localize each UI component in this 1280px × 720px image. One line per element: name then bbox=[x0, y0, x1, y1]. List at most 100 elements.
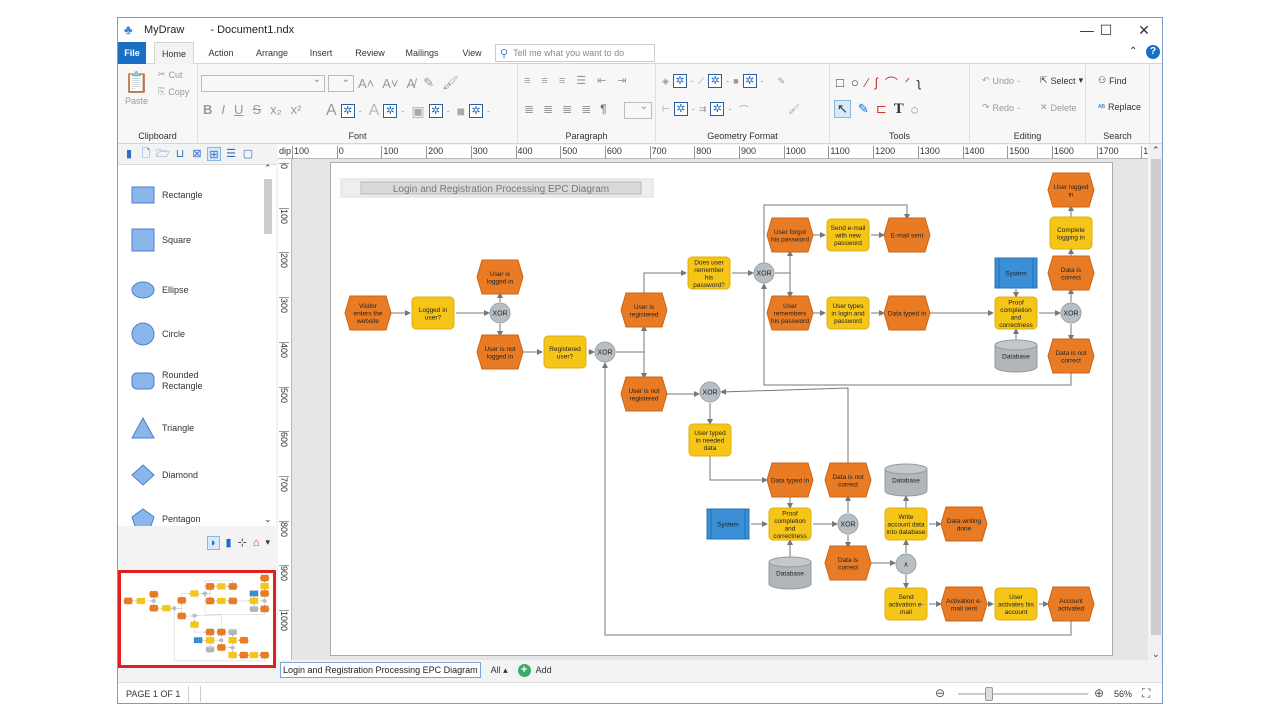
epc-event-node[interactable] bbox=[239, 651, 249, 659]
pointer-tool-icon[interactable]: ↖ bbox=[834, 100, 851, 118]
line-tool-icon[interactable]: ⁄ bbox=[866, 75, 868, 90]
epc-system-node[interactable]: System bbox=[994, 257, 1038, 289]
epc-event-node[interactable]: Accountactivated bbox=[1047, 586, 1095, 622]
home-icon[interactable]: ⌂ bbox=[253, 537, 260, 549]
epc-function-node[interactable]: User typedin neededdata bbox=[688, 423, 732, 457]
pencil-tool-icon[interactable]: ✎ bbox=[858, 101, 869, 117]
epc-connector-node[interactable]: XOR bbox=[753, 262, 775, 284]
epc-function-node[interactable] bbox=[136, 597, 145, 605]
page-tab[interactable]: Login and Registration Processing EPC Di… bbox=[280, 662, 481, 678]
zoom-slider[interactable] bbox=[958, 687, 1088, 701]
epc-function-node[interactable]: Send e-mailwith newpassword bbox=[826, 218, 870, 252]
epc-system-node[interactable] bbox=[249, 590, 259, 597]
epc-event-node[interactable] bbox=[260, 605, 270, 613]
geometry-painter-icon[interactable]: 🖌 bbox=[788, 104, 799, 115]
epc-event-node[interactable] bbox=[149, 590, 159, 598]
shape-item-ellipse[interactable]: Ellipse bbox=[130, 279, 189, 301]
epc-function-node[interactable]: Writeaccount datainto database bbox=[884, 507, 928, 541]
epc-event-node[interactable]: Data typed in bbox=[766, 462, 814, 498]
new-library-icon[interactable]: 🗋 bbox=[139, 147, 153, 161]
epc-event-node[interactable] bbox=[216, 628, 226, 636]
grow-font-icon[interactable]: A˄ bbox=[358, 76, 374, 91]
epc-function-node[interactable]: Does userrememberhispassword? bbox=[687, 256, 731, 290]
epc-event-node[interactable] bbox=[177, 612, 187, 620]
epc-function-node[interactable] bbox=[190, 621, 199, 628]
epc-connector-node[interactable]: XOR bbox=[699, 381, 721, 403]
shape-item-diamond[interactable]: Diamond bbox=[130, 464, 198, 486]
freeform-tool-icon[interactable]: ʅ bbox=[917, 75, 920, 90]
align-middle-icon[interactable]: ≡ bbox=[541, 75, 547, 87]
paragraph-mark-icon[interactable]: ¶ bbox=[600, 102, 606, 116]
tab-file[interactable]: File bbox=[118, 42, 146, 64]
font-name-select[interactable] bbox=[201, 74, 325, 92]
tab-mailings[interactable]: Mailings bbox=[399, 42, 445, 64]
epc-event-node[interactable]: Data is notcorrect bbox=[824, 462, 872, 498]
bold-icon[interactable]: B bbox=[203, 102, 212, 117]
align-left-icon[interactable]: ≣ bbox=[524, 102, 534, 116]
close-library-icon[interactable]: ⊠ bbox=[190, 147, 204, 161]
epc-connector-node[interactable] bbox=[262, 598, 267, 603]
epc-function-node[interactable]: User typesin login andpassword bbox=[826, 296, 870, 330]
scroll-down-icon[interactable]: ⌄ bbox=[1152, 649, 1160, 660]
align-center-icon[interactable]: ≣ bbox=[543, 102, 553, 116]
epc-connector-node[interactable]: XOR bbox=[837, 513, 859, 535]
epc-function-node[interactable]: Proofcompletionandcorrectness bbox=[994, 296, 1038, 330]
shape-item-circle[interactable]: Circle bbox=[130, 322, 185, 346]
epc-connector-node[interactable] bbox=[203, 591, 208, 596]
subscript-icon[interactable]: x₂ bbox=[270, 102, 282, 117]
tab-review[interactable]: Review bbox=[349, 42, 391, 64]
library-book-icon[interactable]: ▮ bbox=[226, 536, 232, 549]
ellipse-tool-icon[interactable]: ○ bbox=[851, 75, 859, 90]
shrink-font-icon[interactable]: A˅ bbox=[382, 76, 398, 91]
epc-event-node[interactable]: User is notlogged in bbox=[476, 334, 524, 370]
save-library-icon[interactable]: ▮ bbox=[122, 147, 136, 161]
align-right-icon[interactable]: ≣ bbox=[562, 102, 572, 116]
curve-tool-icon[interactable]: ᐟ bbox=[905, 75, 911, 91]
epc-event-node[interactable] bbox=[205, 583, 215, 590]
scrollbar-thumb[interactable] bbox=[1151, 159, 1161, 635]
epc-event-node[interactable] bbox=[228, 597, 238, 605]
drawing-canvas[interactable]: dip 100 0 100 200 300 400 500 600 700 800 900 1000 11… bbox=[278, 145, 1148, 660]
epc-function-node[interactable]: Registereduser? bbox=[543, 335, 587, 369]
epc-function-node[interactable] bbox=[217, 583, 226, 590]
corner-icon[interactable]: ⌒ bbox=[739, 103, 748, 116]
epc-event-node[interactable]: User islogged in bbox=[476, 259, 524, 295]
epc-connector-node[interactable]: XOR bbox=[594, 341, 616, 363]
lasso-tool-icon[interactable]: ◌ bbox=[911, 102, 919, 117]
connector-tool-icon[interactable]: ⊏ bbox=[876, 101, 887, 117]
epc-connector-node[interactable] bbox=[192, 613, 197, 618]
canvas-vertical-scrollbar[interactable]: ⌃ ⌄ bbox=[1150, 145, 1162, 660]
epc-event-node[interactable]: Userremembershis password bbox=[766, 295, 814, 331]
fill-color-picker-icon[interactable]: ✲ bbox=[672, 74, 687, 88]
shapes-view-icon[interactable]: ◗ bbox=[206, 535, 220, 550]
find-button[interactable]: ⚇ Find bbox=[1098, 75, 1127, 86]
shape-list-scrollbar[interactable]: ⌃ ⌄ bbox=[263, 163, 274, 525]
epc-event-node[interactable]: Data writingdone bbox=[940, 506, 988, 542]
epc-database-node[interactable] bbox=[228, 628, 237, 636]
text-tool-icon[interactable]: T bbox=[894, 101, 904, 118]
epc-event-node[interactable]: User isregistered bbox=[620, 292, 668, 328]
epc-connector-node[interactable]: XOR bbox=[1060, 302, 1082, 324]
diagram-title-box[interactable]: Login and Registration Processing EPC Di… bbox=[340, 178, 654, 198]
epc-event-node[interactable]: Visitorenters thewebsite bbox=[344, 295, 392, 331]
dropdown-icon[interactable]: ▾ bbox=[265, 537, 270, 548]
tab-arrange[interactable]: Arrange bbox=[250, 42, 294, 64]
zoom-slider-thumb[interactable] bbox=[984, 687, 993, 701]
epc-event-node[interactable] bbox=[177, 597, 187, 604]
line-pattern-picker-icon[interactable]: ✲ bbox=[673, 102, 688, 116]
save-as-library-icon[interactable]: ⊔ bbox=[173, 147, 187, 161]
bullets-icon[interactable]: ☰ bbox=[576, 74, 586, 87]
epc-event-node[interactable]: Data typed in bbox=[883, 295, 931, 331]
redo-button[interactable]: ↷ Redo - bbox=[982, 102, 1020, 113]
page-overview[interactable] bbox=[118, 570, 276, 668]
list-view-icon[interactable]: ☰ bbox=[224, 147, 238, 161]
epc-database-node[interactable] bbox=[205, 646, 215, 653]
collapse-ribbon-icon[interactable]: ⌃ bbox=[1129, 46, 1137, 57]
epc-event-node[interactable] bbox=[216, 644, 226, 651]
rectangle-tool-icon[interactable]: □ bbox=[836, 75, 844, 90]
strikethrough-icon[interactable]: S bbox=[252, 102, 261, 117]
eyedropper-icon[interactable]: ✎ bbox=[423, 75, 434, 91]
epc-event-node[interactable] bbox=[123, 597, 133, 605]
line-spacing-select[interactable] bbox=[624, 101, 652, 119]
epc-function-node[interactable] bbox=[260, 582, 269, 590]
